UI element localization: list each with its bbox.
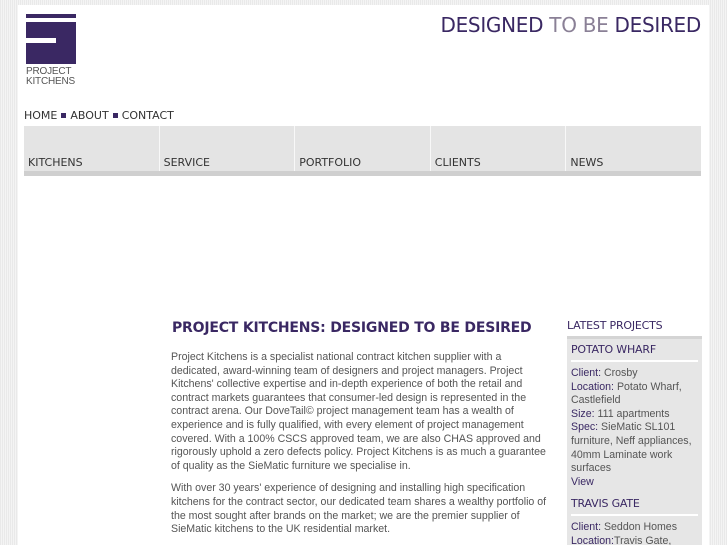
nav-item-portfolio[interactable]: PORTFOLIO xyxy=(294,126,430,171)
main-nav: KITCHENS SERVICE PORTFOLIO CLIENTS NEWS xyxy=(24,126,701,176)
separator-square-icon xyxy=(112,113,118,118)
tagline-part-2: TO BE xyxy=(549,13,609,37)
home-link[interactable]: HOME xyxy=(24,109,57,122)
experience-paragraph: With over 30 years' experience of design… xyxy=(171,482,547,536)
tagline-part-1: DESIGNED xyxy=(440,13,544,37)
tagline-part-3: DESIRED xyxy=(614,13,702,37)
page-title: PROJECT KITCHENS: DESIGNED TO BE DESIRED xyxy=(172,320,532,336)
client-label: Client: xyxy=(571,367,602,379)
project-client: Client: Crosby xyxy=(571,367,698,381)
latest-projects-sidebar: LATEST PROJECTS POTATO WHARF Client: Cro… xyxy=(567,319,702,545)
page-container: PROJECT KITCHENS DESIGNED TO BE DESIRED … xyxy=(18,5,709,545)
nav-item-service[interactable]: SERVICE xyxy=(158,126,295,171)
logo[interactable]: PROJECT KITCHENS xyxy=(26,14,80,87)
project-size: Size: 111 apartments xyxy=(571,408,698,422)
contact-link[interactable]: CONTACT xyxy=(122,109,174,122)
top-links: HOME ABOUT CONTACT xyxy=(24,109,174,122)
location-label: Location: xyxy=(571,534,614,545)
client-value: Seddon Homes xyxy=(601,521,677,534)
client-value: Crosby xyxy=(601,367,638,379)
client-label: Client: xyxy=(571,521,602,534)
logo-mark xyxy=(26,14,76,64)
location-label: Location: xyxy=(571,380,614,393)
nav-item-kitchens[interactable]: KITCHENS xyxy=(24,126,159,171)
nav-item-clients[interactable]: CLIENTS xyxy=(429,126,566,171)
sidebar-heading: LATEST PROJECTS xyxy=(567,319,702,339)
project-item: POTATO WHARF Client: Crosby Location: Po… xyxy=(571,343,698,497)
project-title[interactable]: POTATO WHARF xyxy=(571,343,698,362)
about-link[interactable]: ABOUT xyxy=(70,109,108,122)
separator-square-icon xyxy=(61,113,67,118)
projects-box: POTATO WHARF Client: Crosby Location: Po… xyxy=(567,339,702,545)
size-value: 111 apartments xyxy=(594,407,670,420)
logo-text: PROJECT KITCHENS xyxy=(26,67,80,87)
content-body: Project Kitchens is a specialist nationa… xyxy=(171,351,553,545)
spec-label: Spec: xyxy=(571,421,599,434)
nav-item-news[interactable]: NEWS xyxy=(565,126,701,171)
project-client: Client: Seddon Homes xyxy=(571,521,698,535)
project-item: TRAVIS GATE Client: Seddon Homes Locatio… xyxy=(571,497,698,545)
view-project-link[interactable]: View xyxy=(571,476,698,490)
intro-paragraph: Project Kitchens is a specialist nationa… xyxy=(171,351,546,472)
project-spec: Spec: SieMatic SL101 furniture, Neff app… xyxy=(571,421,698,475)
tagline: DESIGNED TO BE DESIRED xyxy=(440,13,701,37)
project-location: Location: Potato Wharf, Castlefield xyxy=(571,381,698,408)
logo-line-2: KITCHENS xyxy=(26,76,75,87)
size-label: Size: xyxy=(571,407,595,420)
project-location: Location:Travis Gate, Chorlton Green xyxy=(571,535,698,545)
project-title[interactable]: TRAVIS GATE xyxy=(571,497,698,517)
